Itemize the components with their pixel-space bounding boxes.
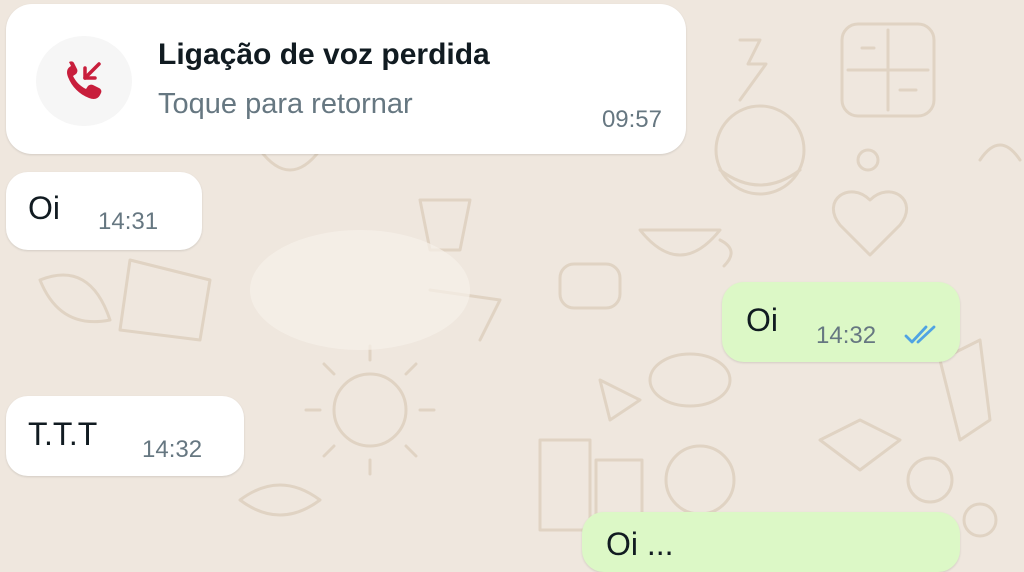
double-check-read-icon	[904, 324, 942, 351]
missed-call-time: 09:57	[601, 106, 662, 133]
message-bubble-incoming[interactable]: T.T.T 14:32	[6, 396, 244, 476]
message-bubble-incoming[interactable]: Oi 14:31	[6, 172, 202, 250]
message-bubble-outgoing[interactable]: Oi ...	[582, 512, 960, 572]
message-text: T.T.T	[28, 416, 98, 452]
missed-call-subtitle: Toque para retornar	[158, 88, 413, 120]
missed-call-title: Ligação de voz perdida	[158, 38, 490, 71]
missed-call-icon	[36, 36, 132, 126]
message-time: 14:32	[816, 322, 877, 349]
message-time: 14:31	[98, 208, 159, 235]
missed-call-card[interactable]: Ligação de voz perdida Toque para retorn…	[6, 4, 686, 154]
message-bubble-outgoing[interactable]: Oi 14:32	[722, 282, 960, 362]
message-text: Oi ...	[606, 526, 674, 562]
message-text: Oi	[28, 190, 60, 226]
message-text: Oi	[746, 302, 778, 338]
message-time: 14:32	[142, 436, 203, 463]
